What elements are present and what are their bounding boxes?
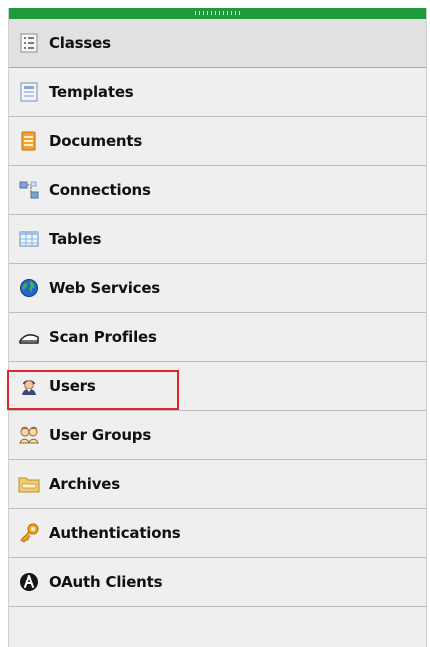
key-icon bbox=[18, 522, 40, 544]
user-icon bbox=[18, 375, 40, 397]
nav-item-label: Documents bbox=[49, 132, 143, 150]
nav-item-templates[interactable]: Templates bbox=[9, 68, 426, 117]
nav-item-label: Web Services bbox=[49, 279, 161, 297]
nav-item-archives[interactable]: Archives bbox=[9, 460, 426, 509]
nav-item-label: Tables bbox=[49, 230, 102, 248]
nav-item-documents[interactable]: Documents bbox=[9, 117, 426, 166]
nav-item-label: Archives bbox=[49, 475, 120, 493]
archive-folder-icon bbox=[18, 473, 40, 495]
nav-item-connections[interactable]: Connections bbox=[9, 166, 426, 215]
nav-item-label: Classes bbox=[49, 34, 111, 52]
admin-navigation-panel: Classes Templates Documents Connections … bbox=[8, 8, 427, 647]
classes-list-icon bbox=[18, 32, 40, 54]
nav-item-users[interactable]: Users bbox=[9, 362, 426, 411]
nav-item-label: Scan Profiles bbox=[49, 328, 157, 346]
nav-item-scan-profiles[interactable]: Scan Profiles bbox=[9, 313, 426, 362]
panel-top-bar bbox=[9, 8, 426, 19]
user-group-icon bbox=[18, 424, 40, 446]
nav-item-label: User Groups bbox=[49, 426, 152, 444]
nav-item-label: Users bbox=[49, 377, 96, 395]
nav-item-label: Authentications bbox=[49, 524, 181, 542]
nav-item-classes[interactable]: Classes bbox=[9, 19, 426, 68]
tables-icon bbox=[18, 228, 40, 250]
nav-item-tables[interactable]: Tables bbox=[9, 215, 426, 264]
drag-grip-icon[interactable] bbox=[194, 11, 241, 15]
connections-icon bbox=[18, 179, 40, 201]
nav-item-user-groups[interactable]: User Groups bbox=[9, 411, 426, 460]
scanner-icon bbox=[18, 326, 40, 348]
nav-item-web-services[interactable]: Web Services bbox=[9, 264, 426, 313]
oauth-icon bbox=[18, 571, 40, 593]
globe-icon bbox=[18, 277, 40, 299]
templates-icon bbox=[18, 81, 40, 103]
nav-item-label: Templates bbox=[49, 83, 134, 101]
nav-item-oauth-clients[interactable]: OAuth Clients bbox=[9, 558, 426, 607]
nav-item-label: OAuth Clients bbox=[49, 573, 163, 591]
documents-icon bbox=[18, 130, 40, 152]
nav-item-authentications[interactable]: Authentications bbox=[9, 509, 426, 558]
nav-item-label: Connections bbox=[49, 181, 151, 199]
navigation-list: Classes Templates Documents Connections … bbox=[9, 19, 426, 607]
